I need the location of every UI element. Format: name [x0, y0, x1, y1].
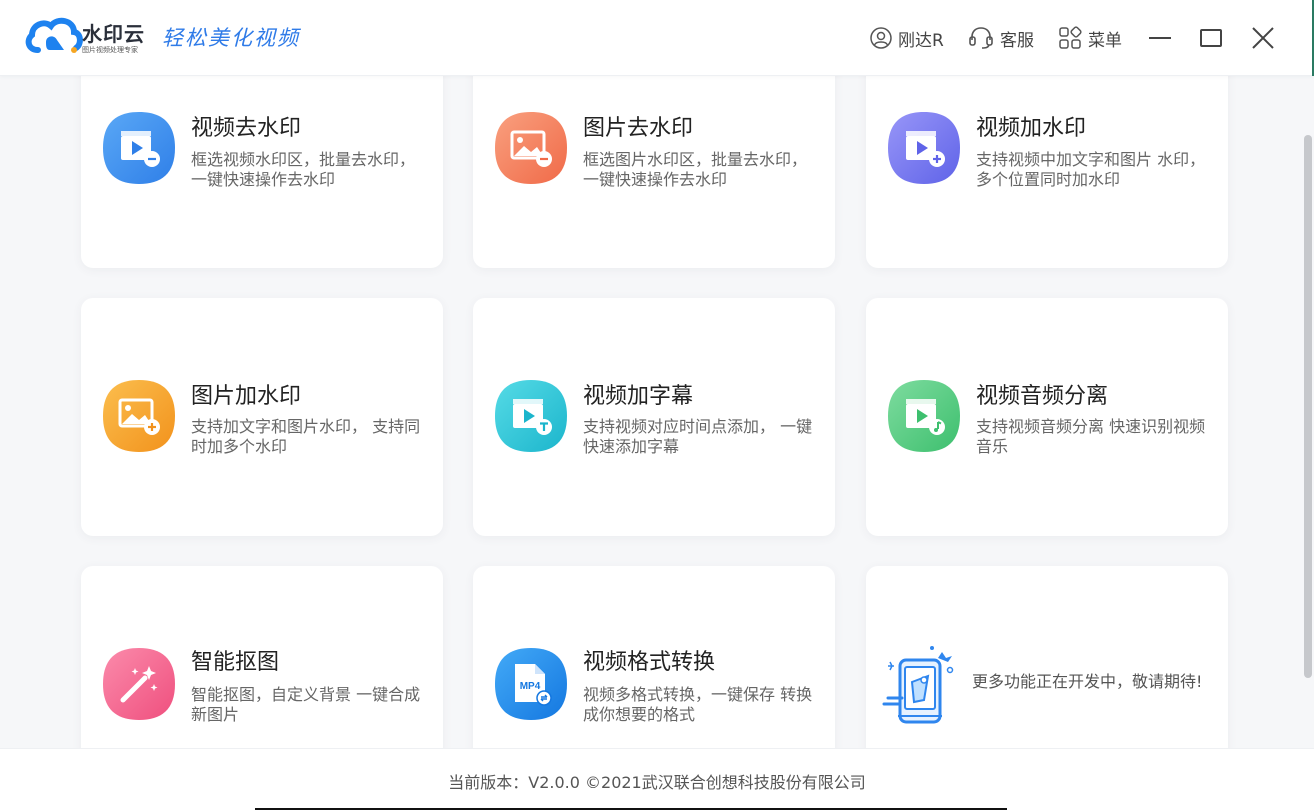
user-name: 刚达R: [898, 30, 944, 51]
card-description: 智能抠图，自定义背景 一键合成新图片: [191, 685, 421, 724]
image-add-watermark-icon: [101, 378, 177, 454]
headset-icon: [969, 27, 993, 49]
image-remove-watermark-icon: [493, 110, 569, 186]
video-add-watermark-icon: [886, 110, 962, 186]
audio-separate-icon: [886, 378, 962, 454]
scrollbar-thumb[interactable]: [1304, 135, 1312, 678]
under-construction-illustration-icon: [880, 642, 962, 728]
magic-wand-icon: [101, 646, 177, 722]
card-audio-separate[interactable]: 视频音频分离 支持视频音频分离 快速识别视频音乐: [866, 298, 1228, 536]
customer-service-button[interactable]: 客服: [968, 24, 1034, 52]
card-title: 视频音频分离: [976, 384, 1109, 409]
card-description: 支持视频中加文字和图片 水印，多个位置同时加水印: [976, 150, 1206, 189]
maximize-icon: [1200, 29, 1222, 47]
user-icon: [870, 27, 892, 49]
user-account-button[interactable]: 刚达R: [870, 24, 944, 52]
card-more-coming-soon: 更多功能正在开发中，敬请期待!: [866, 566, 1228, 766]
menu-button[interactable]: 菜单: [1058, 24, 1122, 52]
logo-subtitle: 图片视频处理专家: [82, 46, 138, 54]
card-title: 视频加水印: [976, 116, 1087, 141]
menu-label: 菜单: [1088, 30, 1122, 51]
video-remove-watermark-icon: [101, 110, 177, 186]
close-button[interactable]: [1249, 24, 1277, 52]
card-description: 视频多格式转换，一键保存 转换成你想要的格式: [583, 685, 813, 724]
card-title: 视频加字幕: [583, 384, 694, 409]
card-description: 框选图片水印区，批量去水印， 一键快速操作去水印: [583, 150, 808, 189]
card-description: 支持视频对应时间点添加， 一键快速添加字幕: [583, 417, 813, 456]
footer: 当前版本：V2.0.0 ©2021武汉联合创想科技股份有限公司: [0, 748, 1314, 810]
grid-menu-icon: [1059, 26, 1082, 49]
card-title: 图片去水印: [583, 116, 694, 141]
card-title: 视频去水印: [191, 116, 302, 141]
card-video-subtitle[interactable]: 视频加字幕 支持视频对应时间点添加， 一键快速添加字幕: [473, 298, 835, 536]
title-bar: 水印云 图片视频处理专家 轻松美化视频 刚达R 客服 菜单: [0, 0, 1314, 76]
customer-service-label: 客服: [1000, 30, 1034, 51]
card-description: 支持视频音频分离 快速识别视频音乐: [976, 417, 1206, 456]
logo-text: 水印云: [82, 22, 145, 46]
card-image-add-watermark[interactable]: 图片加水印 支持加文字和图片水印， 支持同时加多个水印: [81, 298, 443, 536]
mp4-badge: MP4: [520, 681, 541, 692]
card-description: 支持加文字和图片水印， 支持同时加多个水印: [191, 417, 421, 456]
card-description: 框选视频水印区，批量去水印， 一键快速操作去水印: [191, 150, 416, 189]
card-smart-cutout[interactable]: 智能抠图 智能抠图，自定义背景 一键合成新图片: [81, 566, 443, 766]
maximize-button[interactable]: [1197, 24, 1225, 52]
slogan: 轻松美化视频: [162, 26, 300, 50]
card-title: 视频格式转换: [583, 650, 716, 675]
coming-soon-text: 更多功能正在开发中，敬请期待!: [972, 672, 1203, 691]
card-title: 智能抠图: [191, 650, 280, 675]
minimize-icon: [1149, 37, 1171, 39]
mp4-convert-icon: MP4: [493, 646, 569, 722]
version-copyright: 当前版本：V2.0.0 ©2021武汉联合创想科技股份有限公司: [448, 773, 866, 792]
cloud-logo-icon: [25, 17, 83, 53]
minimize-button[interactable]: [1146, 24, 1174, 52]
close-icon: [1252, 27, 1274, 49]
card-title: 图片加水印: [191, 384, 302, 409]
video-subtitle-icon: [493, 378, 569, 454]
card-video-format-convert[interactable]: MP4 视频格式转换 视频多格式转换，一键保存 转换成你想要的格式: [473, 566, 835, 766]
